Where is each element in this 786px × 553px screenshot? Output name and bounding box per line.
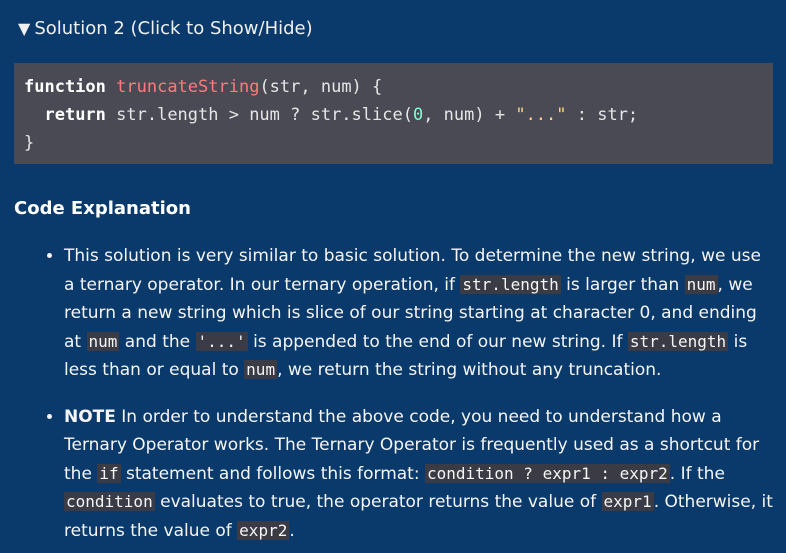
code-function-name: truncateString <box>116 77 260 97</box>
inline-code: '...' <box>195 331 248 351</box>
text: is larger than <box>560 274 685 295</box>
code-keyword: function <box>24 77 106 97</box>
inline-code: condition <box>64 492 155 511</box>
text: statement and follows this format: <box>120 463 425 484</box>
code-text: : str; <box>566 105 639 125</box>
list-item: This solution is very similar to basic s… <box>64 242 774 385</box>
code-text: } <box>24 133 35 153</box>
triangle-down-icon: ▼ <box>18 19 31 38</box>
code-text: , num) + <box>423 105 516 125</box>
inline-code: if <box>97 463 121 483</box>
text: is appended to the end of our new string… <box>247 331 628 352</box>
explanation-list: This solution is very similar to basic s… <box>40 242 774 553</box>
text: . If the <box>669 463 725 484</box>
inline-code: expr1 <box>601 492 654 511</box>
code-string: "..." <box>515 105 567 125</box>
text: , we return the string without any trunc… <box>277 360 662 380</box>
page: ▼ Solution 2 (Click to Show/Hide) functio… <box>0 0 786 553</box>
inline-code: num <box>684 274 718 294</box>
code-block: function truncateString(str, num) { retu… <box>14 63 773 164</box>
explanation-heading: Code Explanation <box>14 198 191 219</box>
inline-code: num <box>244 360 278 379</box>
code-text: (str, num) { <box>259 77 383 97</box>
code-text: str.length > num ? str.slice( <box>105 105 413 125</box>
text: . <box>289 520 295 541</box>
inline-code: expr2 <box>237 520 290 540</box>
code-keyword: return <box>44 105 106 125</box>
inline-code: str.length <box>627 331 729 351</box>
inline-code: num <box>86 331 120 351</box>
text: evaluates to true, the operator returns … <box>154 492 602 512</box>
note-label: NOTE <box>64 406 116 427</box>
inline-code: condition ? expr1 : expr2 <box>424 463 670 483</box>
text: and the <box>119 331 196 352</box>
code-number: 0 <box>412 105 424 125</box>
inline-code: str.length <box>460 274 561 294</box>
list-item: NOTE In order to understand the above co… <box>64 403 774 546</box>
solution-toggle-label: Solution 2 (Click to Show/Hide) <box>34 18 313 39</box>
solution-toggle[interactable]: ▼ Solution 2 (Click to Show/Hide) <box>18 17 313 41</box>
